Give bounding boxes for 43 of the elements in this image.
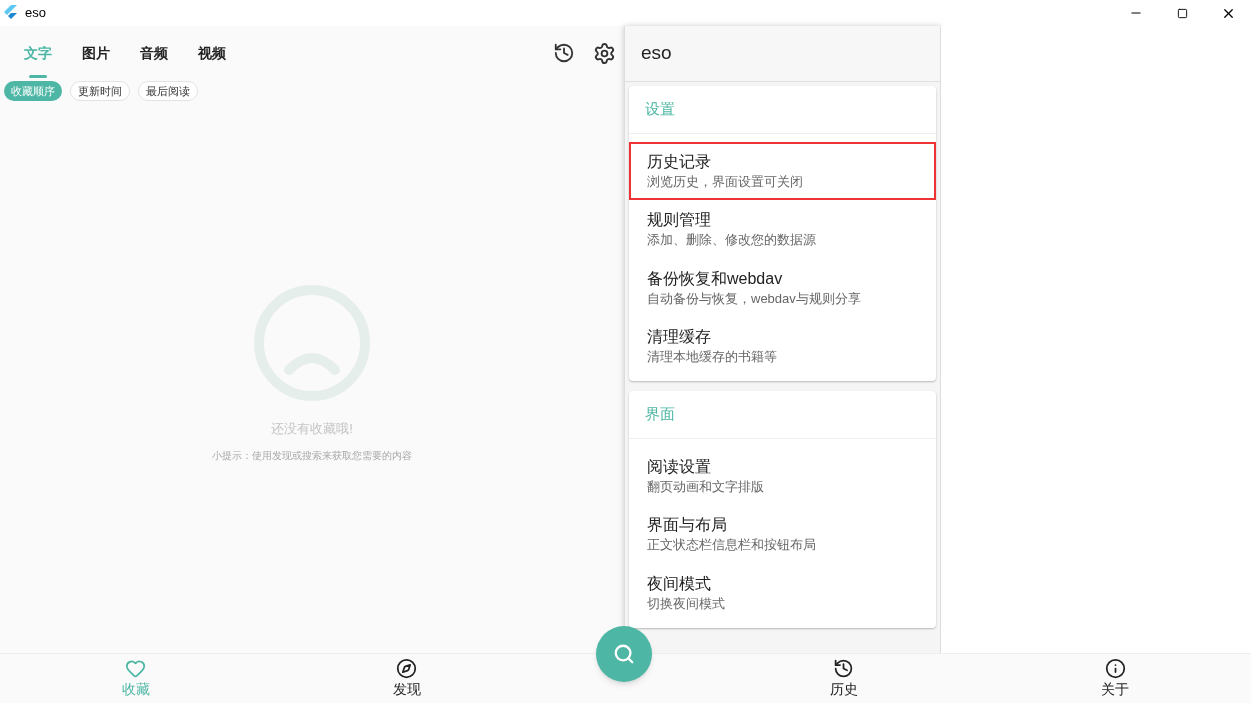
settings-item[interactable]: 界面与布局 正文状态栏信息栏和按钮布局 — [629, 505, 936, 564]
settings-item[interactable]: 夜间模式 切换夜间模式 — [629, 563, 936, 622]
info-icon — [1104, 658, 1126, 679]
nav-tab[interactable]: 关于 — [979, 654, 1251, 703]
item-title: 界面与布局 — [647, 515, 728, 536]
app-logo-icon — [3, 5, 17, 21]
drawer-title: eso — [641, 41, 672, 66]
item-subtitle: 正文状态栏信息栏和按钮布局 — [647, 537, 817, 554]
maximize-icon[interactable] — [1176, 7, 1188, 19]
window-title: eso — [25, 4, 46, 23]
item-title: 备份恢复和webdav — [647, 268, 784, 289]
history-icon[interactable] — [553, 42, 575, 64]
item-subtitle: 添加、删除、修改您的数据源 — [647, 232, 817, 249]
nav-tab[interactable]: 发现 — [271, 654, 542, 703]
item-title: 阅读设置 — [647, 457, 712, 477]
section-heading: 设置 — [645, 99, 675, 120]
item-subtitle: 自动备份与恢复，webdav与规则分享 — [647, 290, 862, 307]
item-subtitle: 浏览历史，界面设置可关闭 — [647, 174, 804, 191]
settings-item[interactable]: 备份恢复和webdav 自动备份与恢复，webdav与规则分享 — [629, 258, 936, 317]
settings-item[interactable]: 规则管理 添加、删除、修改您的数据源 — [629, 200, 936, 259]
settings-item[interactable]: 历史记录 浏览历史，界面设置可关闭 — [629, 142, 936, 201]
search-icon — [613, 643, 635, 665]
settings-item[interactable]: 阅读设置 翻页动画和文字排版 — [629, 447, 936, 506]
sort-chip[interactable]: 更新时间 — [70, 81, 130, 101]
compass-icon — [396, 658, 417, 679]
history-icon — [833, 658, 855, 679]
item-title: 夜间模式 — [647, 573, 712, 594]
settings-icon[interactable] — [593, 41, 616, 65]
item-subtitle: 切换夜间模式 — [647, 595, 726, 612]
heart-icon — [125, 658, 146, 679]
nav-tab[interactable]: 历史 — [708, 654, 980, 703]
category-tab[interactable]: 图片 — [67, 26, 125, 80]
category-tab[interactable]: 视频 — [183, 26, 241, 80]
category-tab[interactable]: 音频 — [125, 26, 183, 80]
empty-hint: 小提示：使用发现或搜索来获取您需要的内容 — [212, 448, 412, 463]
section-heading: 界面 — [645, 404, 675, 425]
item-subtitle: 翻页动画和文字排版 — [647, 479, 765, 496]
item-title: 规则管理 — [647, 210, 712, 231]
item-subtitle: 清理本地缓存的书籍等 — [647, 348, 778, 365]
sort-chip[interactable]: 最后阅读 — [138, 81, 198, 101]
settings-item[interactable]: 清理缓存 清理本地缓存的书籍等 — [629, 316, 936, 375]
item-title: 清理缓存 — [647, 326, 712, 347]
item-title: 历史记录 — [647, 152, 712, 172]
